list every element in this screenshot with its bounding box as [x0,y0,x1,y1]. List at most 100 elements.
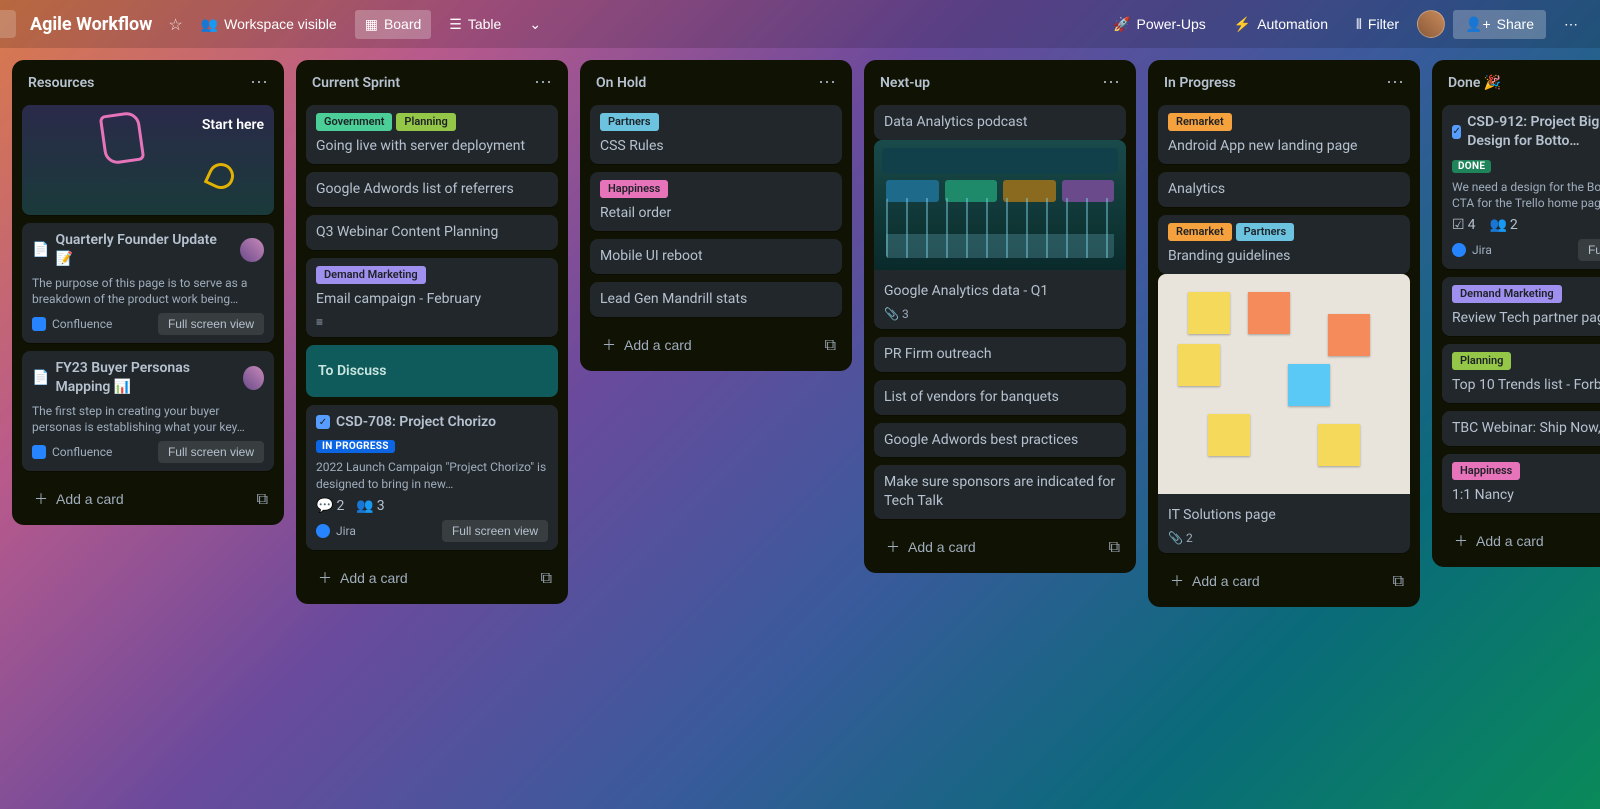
card-title: Google Analytics data - Q1 [884,282,1116,301]
jira-link[interactable]: Jira [316,524,356,538]
card-title: PR Firm outreach [884,345,1116,364]
list-menu-icon[interactable]: ⋯ [1102,72,1120,93]
card-pr-firm-outreach[interactable]: PR Firm outreach [874,337,1126,372]
card-template-icon[interactable]: ⧉ [541,568,552,588]
filter-label: Filter [1368,16,1399,32]
label-planning[interactable]: Planning [396,113,455,131]
board-title[interactable]: Agile Workflow [30,14,152,35]
label-remarket[interactable]: Remarket [1168,113,1232,131]
list-menu-icon[interactable]: ⋯ [250,72,268,93]
label-partners[interactable]: Partners [1236,223,1295,241]
card-q3-webinar[interactable]: Q3 Webinar Content Planning [306,215,558,250]
card-google-analytics-q1[interactable]: Google Analytics data - Q1 📎3 [874,148,1126,329]
card-vendors-banquets[interactable]: List of vendors for banquets [874,380,1126,415]
sidebar-expand-handle[interactable] [0,10,16,38]
card-start-here[interactable]: Start here [22,105,274,215]
list-title[interactable]: On Hold [596,75,646,91]
card-css-rules[interactable]: Partners CSS Rules [590,105,842,164]
card-email-campaign[interactable]: Demand Marketing Email campaign - Februa… [306,258,558,337]
card-top10-trends[interactable]: Planning Top 10 Trends list - Forbes [1442,344,1600,403]
confluence-icon [32,317,46,331]
list-title[interactable]: Next-up [880,75,930,91]
list-next-up: Next-up ⋯ Data Analytics podcast Google … [864,60,1136,573]
full-screen-button[interactable]: Full screen view [1578,239,1600,261]
card-title: Top 10 Trends list - Forbes [1452,376,1600,395]
label-government[interactable]: Government [316,113,392,131]
board-canvas[interactable]: Resources ⋯ Start here 📄 Quarterly Found… [0,48,1600,809]
automation-button[interactable]: ⚡ Automation [1224,10,1338,39]
card-android-landing[interactable]: Remarket Android App new landing page [1158,105,1410,164]
confluence-link[interactable]: Confluence [32,445,112,459]
list-menu-icon[interactable]: ⋯ [818,72,836,93]
filter-button[interactable]: ⫴ Filter [1346,10,1409,39]
card-1-1-nancy[interactable]: Happiness 1:1 Nancy [1442,454,1600,513]
card-adwords-referrers[interactable]: Google Adwords list of referrers [306,172,558,207]
label-happiness[interactable]: Happiness [600,180,668,198]
card-csd-708[interactable]: ✓ CSD-708: Project Chorizo IN PROGRESS 2… [306,405,558,550]
jira-link[interactable]: Jira [1452,243,1492,257]
view-switcher-button[interactable]: ⌄ [519,10,551,39]
member-avatar[interactable] [243,366,264,390]
card-quarterly-founder-update[interactable]: 📄 Quarterly Founder Update 📝 The purpose… [22,223,274,343]
workspace-visible-button[interactable]: 👥 Workspace visible [191,10,347,39]
label-happiness[interactable]: Happiness [1452,462,1520,480]
member-avatar[interactable] [240,238,264,262]
label-remarket[interactable]: Remarket [1168,223,1232,241]
card-title: TBC Webinar: Ship Now, Not Later [1452,419,1600,438]
card-csd-912[interactable]: ✓ CSD-912: Project Big Swing: Design for… [1442,105,1600,269]
bolt-icon: ⚡ [1234,16,1251,33]
label-partners[interactable]: Partners [600,113,659,131]
add-card-button[interactable]: ＋Add a card [1164,567,1266,595]
card-data-analytics-podcast[interactable]: Data Analytics podcast [874,105,1126,140]
add-card-button[interactable]: ＋Add a card [312,564,414,592]
add-card-button[interactable]: ＋Add a card [596,331,698,359]
power-ups-button[interactable]: 🚀 Power-Ups [1103,10,1216,39]
full-screen-button[interactable]: Full screen view [158,441,264,463]
member-avatar[interactable] [1417,10,1445,38]
card-template-icon[interactable]: ⧉ [1109,537,1120,557]
card-title: Review Tech partner pages [1452,309,1600,328]
card-title: Retail order [600,204,832,223]
full-screen-button[interactable]: Full screen view [442,520,548,542]
card-adwords-best-practices[interactable]: Google Adwords best practices [874,423,1126,458]
card-retail-order[interactable]: Happiness Retail order [590,172,842,231]
card-branding-guidelines[interactable]: Remarket Partners Branding guidelines [1158,215,1410,274]
add-card-button[interactable]: ＋Add a card [880,533,982,561]
list-menu-icon[interactable]: ⋯ [1386,72,1404,93]
view-board-button[interactable]: ▦ Board [355,10,432,39]
workspace-visible-label: Workspace visible [224,16,337,32]
label-demand-marketing[interactable]: Demand Marketing [316,266,426,284]
star-icon[interactable]: ☆ [168,15,182,34]
card-leadgen-mandrill[interactable]: Lead Gen Mandrill stats [590,282,842,317]
card-tbc-webinar[interactable]: TBC Webinar: Ship Now, Not Later [1442,411,1600,446]
label-planning[interactable]: Planning [1452,352,1511,370]
label-demand-marketing[interactable]: Demand Marketing [1452,285,1562,303]
card-analytics[interactable]: Analytics [1158,172,1410,207]
list-title[interactable]: Resources [28,75,94,91]
list-menu-icon[interactable]: ⋯ [534,72,552,93]
card-mobile-ui-reboot[interactable]: Mobile UI reboot [590,239,842,274]
add-card-button[interactable]: ＋Add a card [1448,527,1550,555]
board-icon: ▦ [365,16,378,33]
card-template-icon[interactable]: ⧉ [825,335,836,355]
card-review-tech-partner[interactable]: Demand Marketing Review Tech partner pag… [1442,277,1600,336]
board-menu-button[interactable]: ⋯ [1554,10,1588,39]
list-title[interactable]: In Progress [1164,75,1236,91]
checklist-badge: ☑4 [1452,217,1475,233]
list-title[interactable]: Current Sprint [312,75,400,91]
confluence-link[interactable]: Confluence [32,317,112,331]
card-template-icon[interactable]: ⧉ [257,489,268,509]
card-tech-talk-sponsors[interactable]: Make sure sponsors are indicated for Tec… [874,465,1126,519]
people-icon: 👥 [201,16,218,33]
view-table-button[interactable]: ☰ Table [439,10,511,39]
card-server-deployment[interactable]: Government Planning Going live with serv… [306,105,558,164]
full-screen-button[interactable]: Full screen view [158,313,264,335]
share-button[interactable]: 👤+ Share [1453,10,1546,39]
card-fy23-buyer-personas[interactable]: 📄 FY23 Buyer Personas Mapping 📊 The firs… [22,351,274,471]
plus-icon: ＋ [602,335,616,355]
card-to-discuss[interactable]: To Discuss [306,345,558,397]
list-title[interactable]: Done 🎉 [1448,75,1501,91]
card-template-icon[interactable]: ⧉ [1393,571,1404,591]
card-it-solutions[interactable]: IT Solutions page 📎2 [1158,282,1410,553]
add-card-button[interactable]: ＋Add a card [28,485,130,513]
